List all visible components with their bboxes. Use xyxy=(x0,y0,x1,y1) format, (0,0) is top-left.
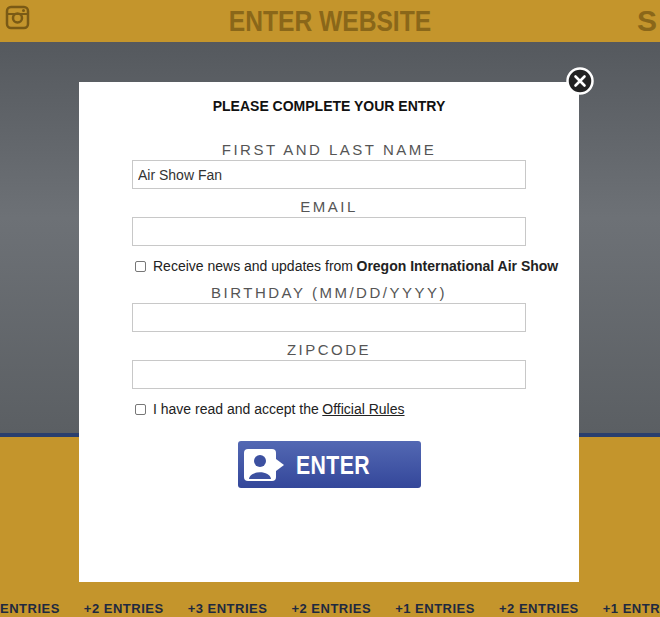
form-field: FIRST AND LAST NAME xyxy=(132,141,526,189)
instagram-icon[interactable] xyxy=(5,5,30,30)
entries-item: +2 ENTRIES xyxy=(84,600,164,617)
enter-label: ENTER xyxy=(296,450,370,480)
entry-modal: PLEASE COMPLETE YOUR ENTRY FIRST AND LAST… xyxy=(79,82,579,582)
text-input[interactable] xyxy=(132,303,526,332)
checkbox[interactable] xyxy=(135,261,146,272)
checkbox-row[interactable]: Receive news and updates fromOregon Inte… xyxy=(135,257,526,275)
form-field: BIRTHDAY (MM/DD/YYYY) xyxy=(132,284,526,332)
form-field: ZIPCODE xyxy=(132,341,526,389)
entries-item: +2 ENTRIES xyxy=(291,600,371,617)
entries-item: +2 ENTRIES xyxy=(499,600,579,617)
entries-strip: ENTRIES +2 ENTRIES +3 ENTRIES +2 ENTRIES +1 … xyxy=(0,600,660,617)
organization-name: Oregon International Air Show xyxy=(357,258,559,274)
checkbox[interactable] xyxy=(135,404,146,415)
entries-item: +1 ENTRIES xyxy=(395,600,475,617)
entry-form: FIRST AND LAST NAME EMAIL Receive news and… xyxy=(132,141,526,488)
enter-website-link[interactable]: ENTER WEBSITE xyxy=(59,0,600,42)
top-bar: ENTER WEBSITE S xyxy=(0,0,660,42)
close-icon[interactable] xyxy=(566,67,594,95)
field-label: BIRTHDAY (MM/DD/YYYY) xyxy=(132,284,526,301)
entries-item: +3 ENTRIES xyxy=(188,600,268,617)
checkbox-text: I have read and accept the xyxy=(153,401,319,417)
modal-title: PLEASE COMPLETE YOUR ENTRY xyxy=(79,96,579,116)
entries-item: +1 ENTRI xyxy=(603,600,660,617)
field-label: ZIPCODE xyxy=(132,341,526,358)
text-input[interactable] xyxy=(132,160,526,189)
checkbox-label: I have read and accept theOfficial Rules xyxy=(153,400,405,418)
cut-header-text: S xyxy=(637,0,657,42)
checkbox-row[interactable]: I have read and accept theOfficial Rules xyxy=(135,400,526,418)
person-icon xyxy=(244,449,284,481)
text-input[interactable] xyxy=(132,360,526,389)
rules-link[interactable]: Official Rules xyxy=(322,401,404,417)
text-input[interactable] xyxy=(132,217,526,246)
entries-item: ENTRIES xyxy=(0,600,60,617)
field-label: EMAIL xyxy=(132,198,526,215)
checkbox-text: Receive news and updates from xyxy=(153,258,353,274)
field-label: FIRST AND LAST NAME xyxy=(132,141,526,158)
enter-button[interactable]: ENTER xyxy=(238,441,421,488)
form-field: EMAIL xyxy=(132,198,526,246)
checkbox-label: Receive news and updates fromOregon Inte… xyxy=(153,257,558,275)
